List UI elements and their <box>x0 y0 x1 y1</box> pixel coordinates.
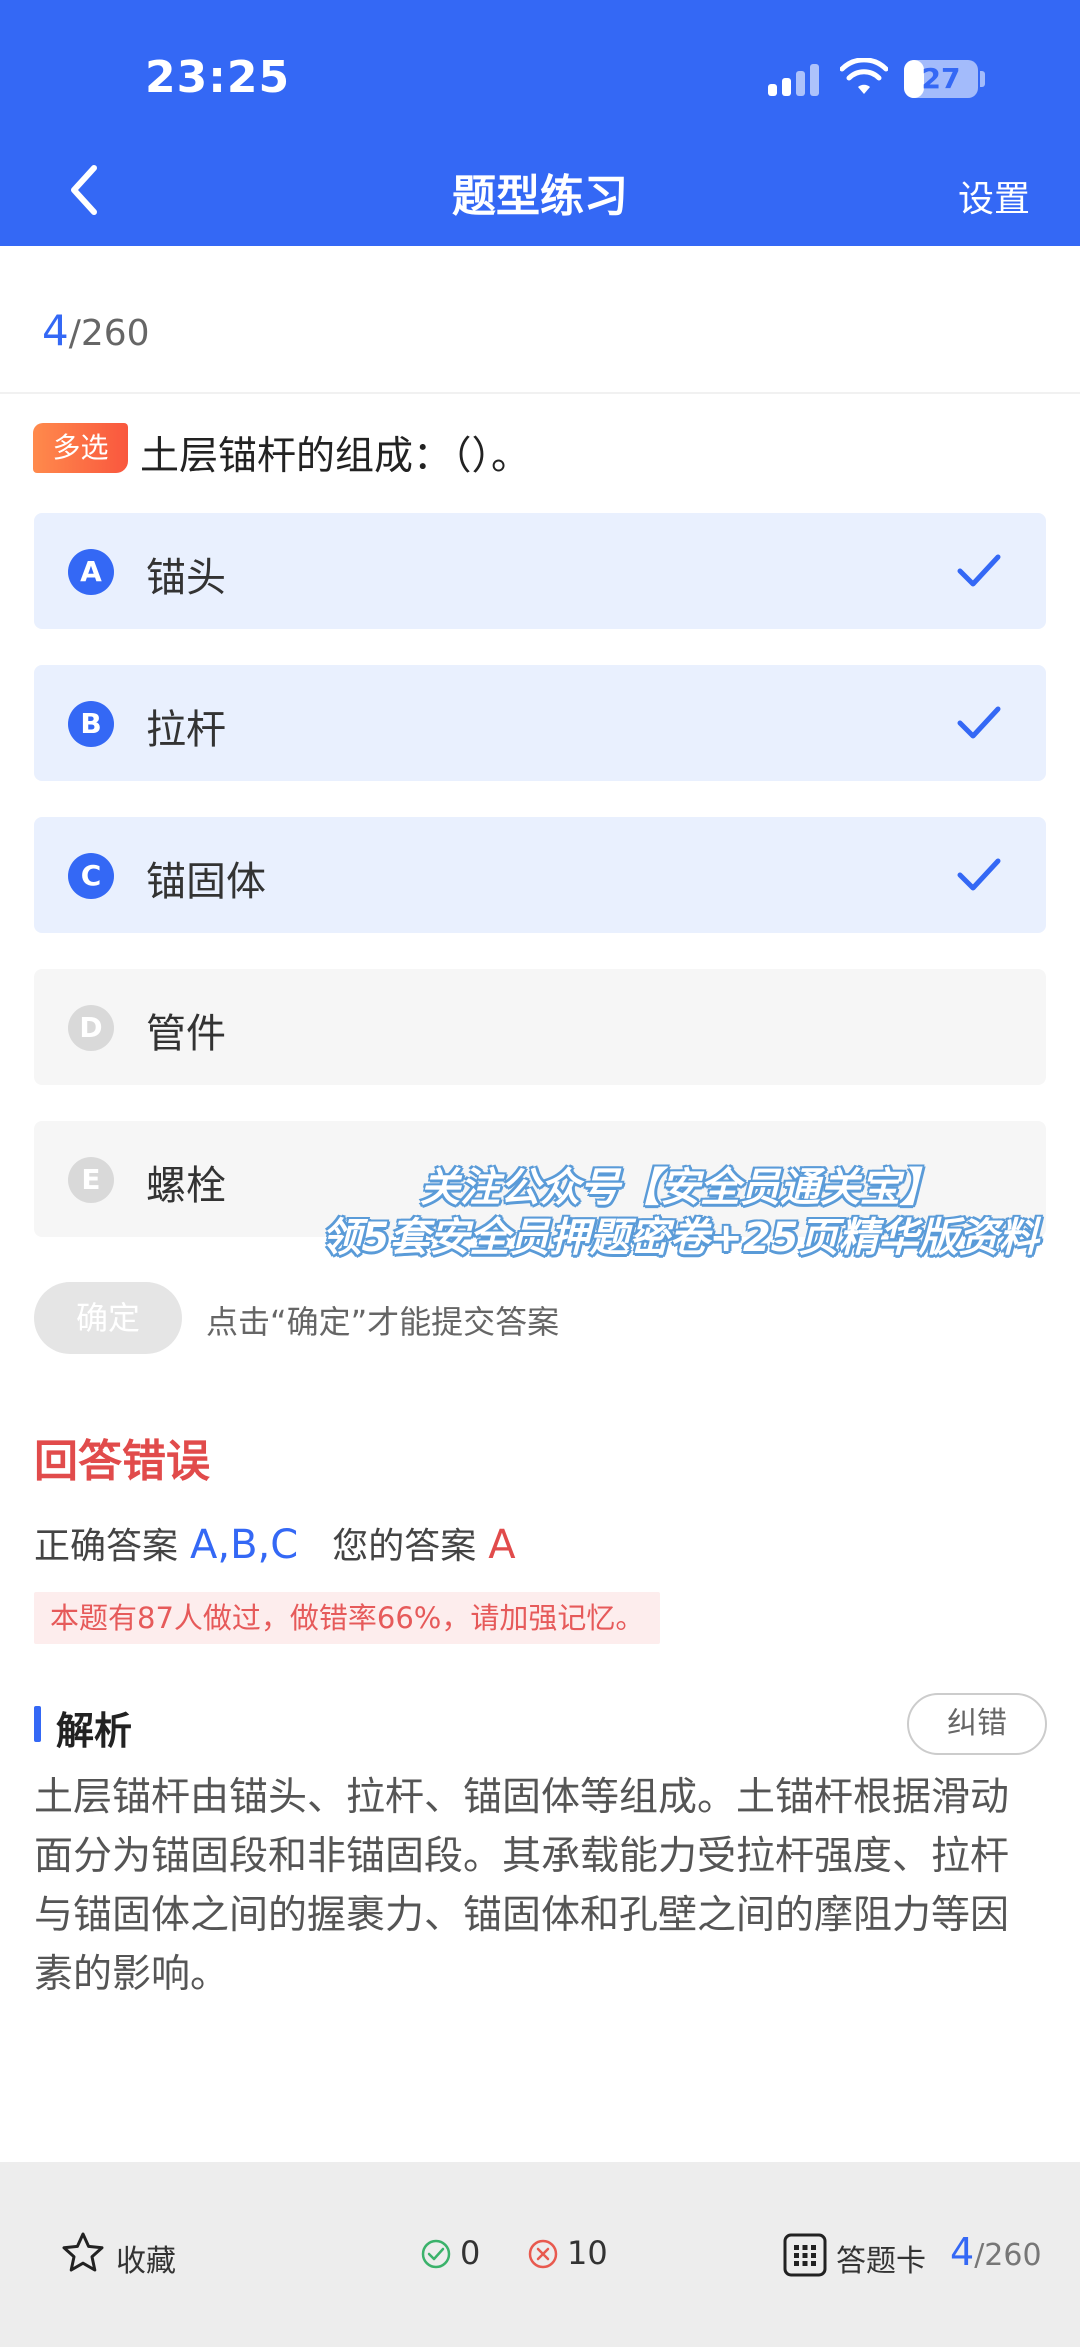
analysis-title: 解析 <box>56 1709 133 1753</box>
page-title-wrap: 题型练习 <box>0 160 1080 224</box>
option-d[interactable]: D 管件 <box>34 969 1046 1085</box>
analysis-body: 土层锚杆由锚头、拉杆、锚固体等组成。土锚杆根据滑动面分为锚固段和非锚固段。其承载… <box>34 1775 1010 1997</box>
check-icon <box>957 706 1001 739</box>
correct-answer-label: 正确答案 <box>34 1526 179 1567</box>
promo-watermark: 关注公众号【安全员通关宝】 领5套安全员押题密卷+25页精华版资料 <box>300 1163 1060 1263</box>
watermark-line-2: 领5套安全员押题密卷+25页精华版资料 <box>321 1215 1039 1261</box>
your-answer-label: 您的答案 <box>332 1526 477 1567</box>
wifi-icon <box>840 58 888 94</box>
cellular-signal-icon <box>768 62 820 96</box>
star-icon <box>62 2232 104 2272</box>
answer-card-label: 答题卡 <box>836 2244 926 2279</box>
progress-current: 4 <box>42 306 69 355</box>
option-text: 锚头 <box>146 555 226 601</box>
check-circle-icon <box>421 2239 451 2269</box>
watermark-line-1: 关注公众号【安全员通关宝】 <box>420 1165 940 1211</box>
error-rate-note: 本题有87人做过，做错率66%，请加强记忆。 <box>34 1592 661 1644</box>
top-header: 23:25 27 题型练习 设置 <box>0 0 1080 246</box>
option-letter: E <box>68 1157 114 1203</box>
battery-percent: 27 <box>921 62 961 95</box>
bottom-progress: 4/260 <box>950 2230 1042 2274</box>
question-text: 土层锚杆的组成：（）。 <box>140 434 531 479</box>
battery-cap <box>980 71 985 87</box>
your-answer-value: A <box>488 1522 516 1568</box>
status-time: 23:25 <box>145 52 291 103</box>
option-c[interactable]: C 锚固体 <box>34 817 1046 933</box>
favorite-label: 收藏 <box>116 2244 176 2279</box>
option-a[interactable]: A 锚头 <box>34 513 1046 629</box>
result-title: 回答错误 <box>34 1436 210 1487</box>
app-screen: 23:25 27 题型练习 设置 4/260 多选 土层锚杆的组成：（）。 A <box>0 0 1080 2347</box>
bottom-progress-total: /260 <box>974 2238 1042 2273</box>
answer-summary: 正确答案 A,B,C 您的答案 A <box>34 1517 516 1569</box>
question-type-badge: 多选 <box>33 423 128 473</box>
back-arrow-icon[interactable] <box>60 160 110 220</box>
correct-count-value: 0 <box>460 2234 481 2272</box>
option-text: 锚固体 <box>146 859 266 905</box>
progress-total: /260 <box>68 313 150 354</box>
option-text: 螺栓 <box>146 1163 226 1209</box>
option-letter: A <box>68 549 114 595</box>
option-letter: C <box>68 853 114 899</box>
confirm-hint: 点击“确定”才能提交答案 <box>206 1303 560 1341</box>
answer-card-button[interactable]: 答题卡 <box>782 2232 926 2279</box>
option-b[interactable]: B 拉杆 <box>34 665 1046 781</box>
correct-answer-value: A,B,C <box>190 1522 299 1568</box>
grid-icon <box>783 2233 827 2277</box>
battery-icon: 27 <box>904 60 978 98</box>
report-error-button[interactable]: 纠错 <box>907 1693 1047 1755</box>
wrong-count-value: 10 <box>567 2234 608 2272</box>
question-progress: 4/260 <box>42 306 150 355</box>
divider <box>0 392 1080 394</box>
settings-button[interactable]: 设置 <box>958 170 1030 222</box>
section-accent-bar <box>34 1706 41 1742</box>
cross-circle-icon <box>528 2239 558 2269</box>
check-icon <box>957 858 1001 891</box>
page-title: 题型练习 <box>452 171 628 222</box>
bottom-toolbar: 收藏 0 10 答题卡 4/260 <box>0 2162 1080 2347</box>
option-text: 拉杆 <box>146 707 226 753</box>
confirm-button[interactable]: 确定 <box>34 1282 182 1354</box>
bottom-progress-current: 4 <box>950 2230 975 2274</box>
option-letter: D <box>68 1005 114 1051</box>
check-icon <box>957 554 1001 587</box>
option-text: 管件 <box>146 1011 226 1057</box>
option-letter: B <box>68 701 114 747</box>
